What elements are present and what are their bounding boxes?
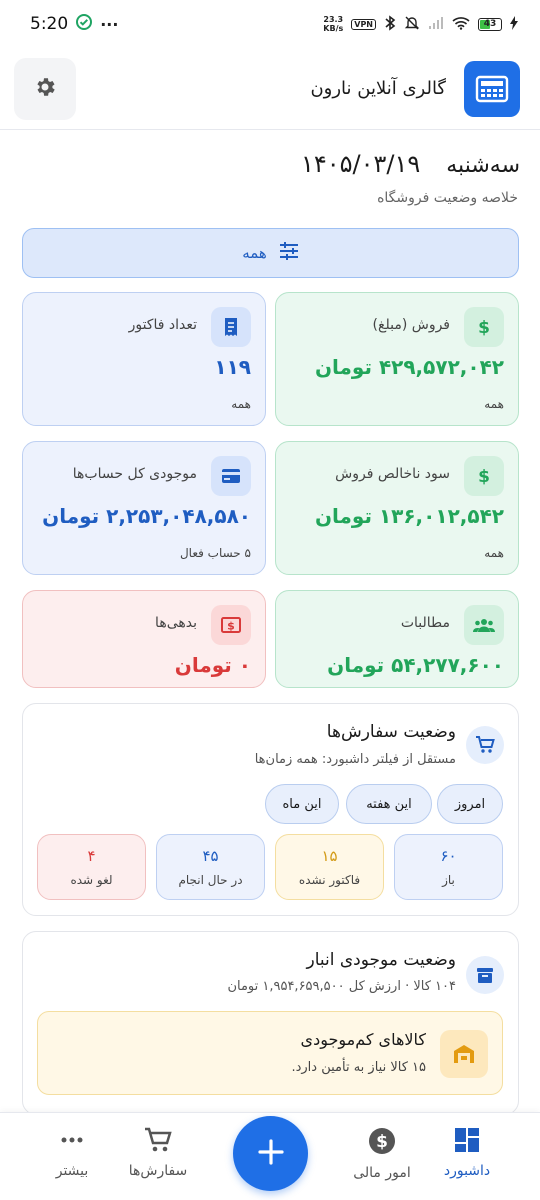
status-bar: 5:20 ··· 23.3 KB/s VPN 43 [0, 0, 540, 48]
warehouse-icon [440, 1030, 488, 1078]
vpn-icon: VPN [351, 18, 376, 30]
gross-profit-card[interactable]: $ سود ناخالص فروش ۱۳۶,۰۱۲,۵۴۲ تومان همه [275, 441, 519, 575]
archive-icon [466, 956, 504, 994]
stat-open[interactable]: ۶۰ باز [394, 834, 503, 900]
invoices-footer: همه [231, 397, 251, 411]
cart-icon [144, 1127, 172, 1157]
balance-title: موجودی کل حساب‌ها [72, 466, 197, 482]
nav-dashboard[interactable]: داشبورد [422, 1127, 512, 1179]
chip-this-week[interactable]: این هفته [346, 784, 432, 824]
low-stock-subtitle: ۱۵ کالا نیاز به تأمین دارد. [291, 1060, 426, 1075]
tune-icon [279, 242, 299, 264]
current-date: ۱۴۰۵/۰۳/۱۹ [300, 150, 421, 178]
gear-icon [33, 75, 57, 103]
bluetooth-icon [384, 14, 396, 34]
nav-more[interactable]: بیشتر [27, 1127, 117, 1179]
dollar-icon: $ [464, 456, 504, 496]
invoices-title: تعداد فاکتور [128, 317, 197, 333]
wifi-icon [452, 16, 470, 33]
low-stock-alert[interactable]: کالاهای کم‌موجودی ۱۵ کالا نیاز به تأمین … [37, 1011, 503, 1095]
stat-cancelled[interactable]: ۴ لغو شده [37, 834, 146, 900]
inventory-title: وضعیت موجودی انبار [306, 950, 456, 970]
sales-value: ۴۲۹,۵۷۲,۰۴۲ تومان [314, 355, 504, 379]
balance-footer: ۵ حساب فعال [179, 546, 251, 560]
nav-orders[interactable]: سفارش‌ها [113, 1127, 203, 1179]
orders-panel: وضعیت سفارش‌ها مستقل از فیلتر داشبورد: ه… [22, 703, 519, 916]
receipt-icon [211, 307, 251, 347]
gross-profit-footer: همه [484, 546, 504, 560]
stat-in-progress[interactable]: ۴۵ در حال انجام [156, 834, 265, 900]
invoices-card[interactable]: تعداد فاکتور ۱۱۹ همه [22, 292, 266, 426]
orders-subtitle: مستقل از فیلتر داشبورد: همه زمان‌ها [254, 752, 456, 767]
svg-text:$: $ [478, 467, 490, 486]
date-row: سه‌شنبه ۱۴۰۵/۰۳/۱۹ [301, 150, 520, 178]
dashboard-icon [454, 1127, 480, 1157]
orders-title: وضعیت سفارش‌ها [326, 722, 456, 742]
finance-dollar-icon: $ [368, 1127, 396, 1159]
check-circle-icon [76, 14, 93, 34]
debts-title: بدهی‌ها [155, 615, 197, 631]
nav-finance[interactable]: $ امور مالی [337, 1127, 427, 1181]
debts-card[interactable]: $ بدهی‌ها ۰ تومان [22, 590, 266, 688]
cell-signal-icon [428, 16, 444, 33]
cash-register-icon [464, 60, 520, 117]
app-title: گالری آنلاین نارون [310, 78, 446, 99]
plus-icon [257, 1138, 285, 1170]
status-time: 5:20 [30, 14, 69, 34]
filter-button[interactable]: همه [22, 228, 519, 278]
inventory-subtitle: ۱۰۴ کالا · ارزش کل ۱,۹۵۴,۶۵۹,۵۰۰ تومان [227, 979, 456, 994]
stat-not-invoiced[interactable]: ۱۵ فاکتور نشده [275, 834, 384, 900]
sales-title: فروش (مبلغ) [372, 317, 450, 333]
net-speed: 23.3 KB/s [323, 15, 344, 33]
chip-this-month[interactable]: این ماه [265, 784, 339, 824]
add-button[interactable] [233, 1116, 308, 1191]
svg-text:$: $ [227, 620, 235, 633]
dollar-icon: $ [464, 307, 504, 347]
mute-icon [404, 15, 420, 34]
shopping-cart-icon [466, 726, 504, 764]
sales-card[interactable]: $ فروش (مبلغ) ۴۲۹,۵۷۲,۰۴۲ تومان همه [275, 292, 519, 426]
filter-label: همه [242, 244, 267, 262]
chip-today[interactable]: امروز [437, 784, 503, 824]
low-stock-title: کالاهای کم‌موجودی [300, 1030, 426, 1049]
svg-text:$: $ [478, 318, 490, 337]
gross-profit-title: سود ناخالص فروش [335, 466, 450, 482]
money-icon: $ [211, 605, 251, 645]
summary-subtitle: خلاصه وضعیت فروشگاه [377, 190, 518, 206]
receivables-title: مطالبات [400, 615, 450, 631]
gross-profit-value: ۱۳۶,۰۱۲,۵۴۲ تومان [314, 504, 504, 528]
debts-value: ۰ تومان [174, 653, 251, 677]
balance-value: ۲,۲۵۳,۰۴۸,۵۸۰ تومان [42, 504, 251, 528]
app-header: گالری آنلاین نارون [0, 48, 540, 130]
people-icon [464, 605, 504, 645]
receivables-value: ۵۴,۲۷۷,۶۰۰ تومان [327, 653, 504, 677]
svg-text:$: $ [376, 1132, 388, 1152]
battery-icon: 43 [478, 17, 502, 31]
charging-icon [510, 15, 518, 33]
balance-card[interactable]: موجودی کل حساب‌ها ۲,۲۵۳,۰۴۸,۵۸۰ تومان ۵ … [22, 441, 266, 575]
weekday: سه‌شنبه [446, 153, 520, 178]
receivables-card[interactable]: مطالبات ۵۴,۲۷۷,۶۰۰ تومان [275, 590, 519, 688]
sales-footer: همه [484, 397, 504, 411]
more-notifications-icon: ··· [100, 14, 119, 34]
credit-card-icon [211, 456, 251, 496]
settings-button[interactable] [14, 57, 76, 120]
more-dots-icon [59, 1127, 85, 1157]
invoices-value: ۱۱۹ [214, 355, 251, 379]
